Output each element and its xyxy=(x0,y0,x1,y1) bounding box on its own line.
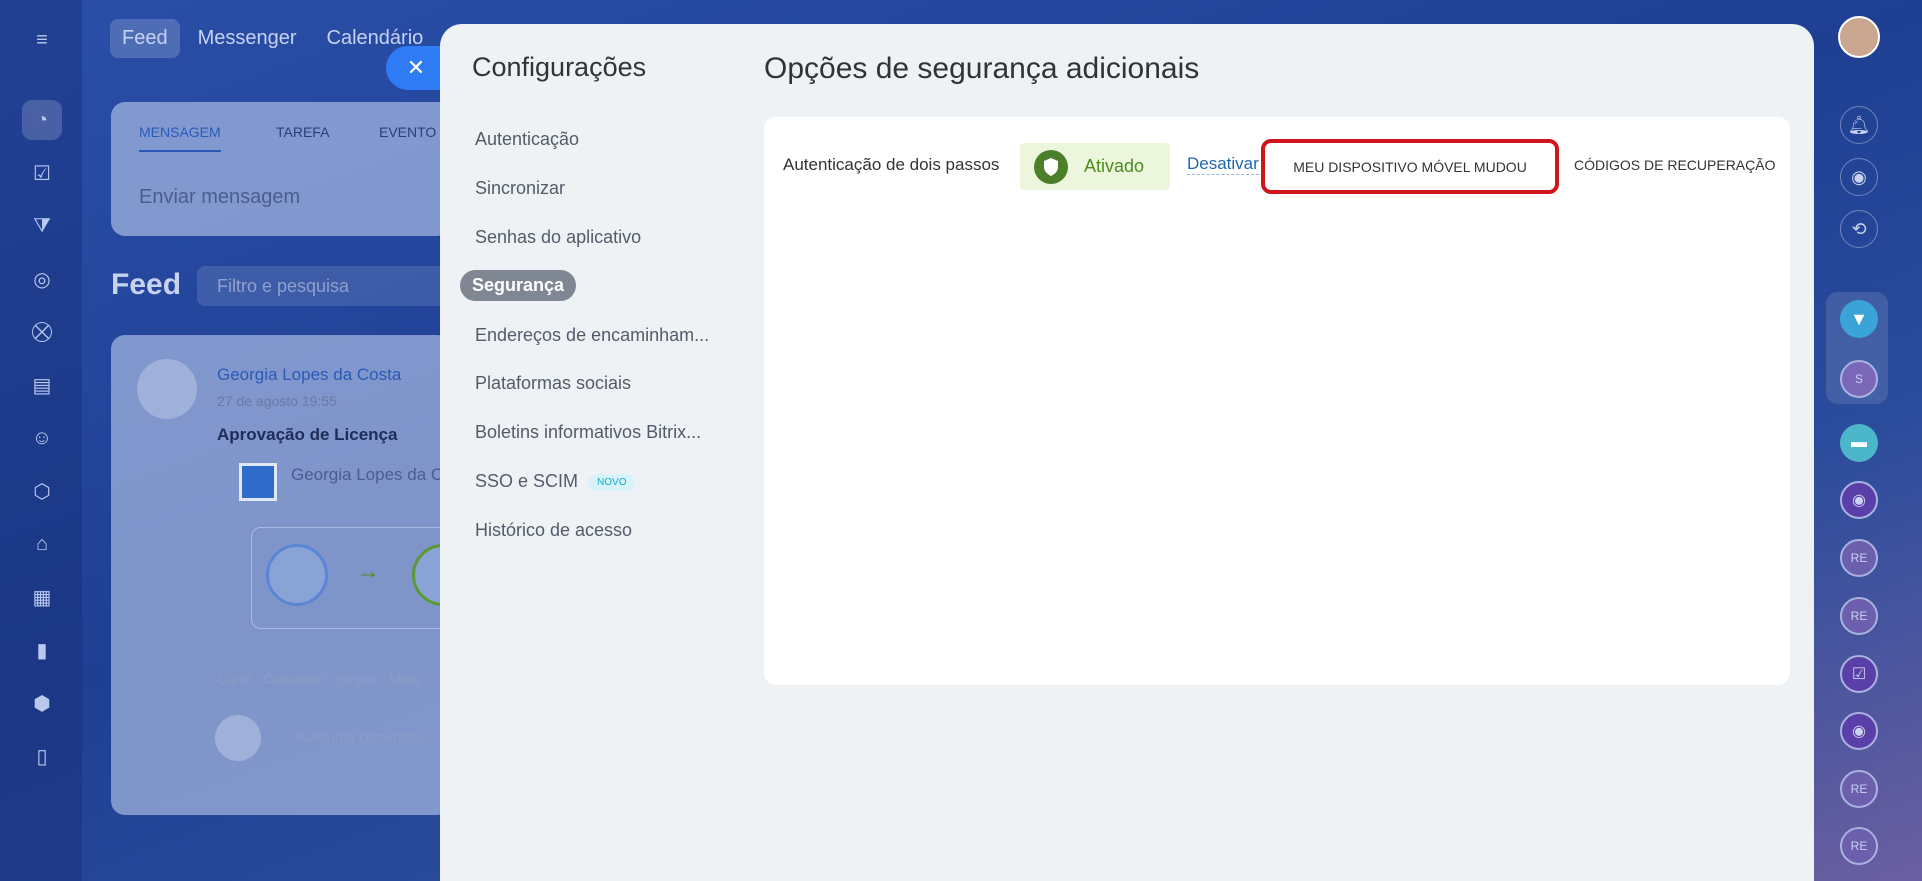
status-badge: Ativado xyxy=(1020,143,1170,190)
copilot-chat-icon-2[interactable]: ◉ xyxy=(1840,712,1878,750)
new-badge: NOVO xyxy=(588,473,636,491)
nav-feed[interactable]: Feed xyxy=(110,18,180,58)
deactivate-link[interactable]: Desativar xyxy=(1187,154,1259,175)
menu-item-sync[interactable]: Sincronizar xyxy=(475,178,565,199)
filter-search-input[interactable]: Filtro e pesquisa xyxy=(197,266,457,306)
warehouse-icon[interactable]: ⌂ xyxy=(22,524,62,564)
avatar-re-1[interactable]: RE xyxy=(1840,539,1878,577)
menu-item-social-platforms[interactable]: Plataformas sociais xyxy=(475,373,631,394)
sync-chat-icon[interactable]: ⟲ xyxy=(1840,210,1878,248)
security-options-card xyxy=(764,117,1790,685)
cart-icon[interactable]: ⛒ xyxy=(22,312,62,352)
copilot-chat-icon[interactable]: ◉ xyxy=(1840,481,1878,519)
contact-card-icon[interactable]: ▤ xyxy=(22,365,62,405)
shield-check-icon xyxy=(1034,149,1068,184)
post-title: Aprovação de Licença xyxy=(217,425,398,444)
calendar-icon[interactable]: ▦ xyxy=(22,577,62,617)
copilot-icon[interactable]: ◉ xyxy=(1840,158,1878,196)
tasks-icon[interactable]: ☑ xyxy=(22,153,62,193)
post-body-author: Georgia Lopes da C xyxy=(291,465,444,484)
recovery-codes-button[interactable]: CÓDIGOS DE RECUPERAÇÃO xyxy=(1574,157,1775,173)
crm-filter-icon[interactable]: ⧩ xyxy=(22,206,62,246)
task-chat-icon[interactable]: ☑ xyxy=(1840,655,1878,693)
comment-link[interactable]: Comentar xyxy=(263,671,324,687)
composer-input[interactable]: Enviar mensagem xyxy=(139,186,300,209)
post-actions: Curtir Comentar Seguir Mais xyxy=(217,671,419,687)
bell-icon[interactable]: 🔔︎ xyxy=(1840,106,1878,144)
tab-event[interactable]: EVENTO xyxy=(379,124,436,140)
follow-link[interactable]: Seguir xyxy=(337,671,377,687)
settings-title: Configurações xyxy=(472,52,647,82)
target-icon[interactable]: ◎ xyxy=(22,259,62,299)
menu-icon[interactable]: ≡ xyxy=(22,20,62,60)
security-page-title: Opções de segurança adicionais xyxy=(764,52,1200,85)
mobile-device-changed-button[interactable]: MEU DISPOSITIVO MÓVEL MUDOU xyxy=(1261,139,1559,194)
flow-avatar-1 xyxy=(266,544,328,606)
feed-post-card: Georgia Lopes da Costa 27 de agosto 19:5… xyxy=(111,335,503,815)
avatar-re-4[interactable]: RE xyxy=(1840,827,1878,865)
close-icon: ✕ xyxy=(406,55,426,80)
top-navigation: Feed Messenger Calendário xyxy=(110,18,435,58)
menu-item-security[interactable]: Segurança xyxy=(460,270,577,301)
document-icon[interactable]: ▯ xyxy=(22,736,62,776)
avatar-s[interactable]: S xyxy=(1840,360,1878,398)
tab-message[interactable]: MENSAGEM xyxy=(139,124,221,152)
menu-item-authentication[interactable]: Autenticação xyxy=(475,129,579,150)
menu-item-forwarding-addresses[interactable]: Endereços de encaminham... xyxy=(475,325,709,346)
menu-item-app-passwords[interactable]: Senhas do aplicativo xyxy=(475,227,641,248)
robot-icon[interactable]: ☺ xyxy=(22,418,62,458)
commenter-avatar xyxy=(215,715,261,761)
status-text: Ativado xyxy=(1084,156,1145,176)
menu-item-newsletters[interactable]: Boletins informativos Bitrix... xyxy=(475,422,701,443)
two-step-auth-label: Autenticação de dois passos xyxy=(783,155,1000,174)
nav-messenger[interactable]: Messenger xyxy=(186,19,309,58)
more-link[interactable]: Mais xyxy=(389,671,419,687)
menu-item-sso-scim[interactable]: SSO e SCIM NOVO xyxy=(475,471,636,492)
comment-input[interactable]: Adicionar comentário xyxy=(297,729,429,745)
settings-hex-icon[interactable]: ⬢ xyxy=(22,683,62,723)
like-link[interactable]: Curtir xyxy=(217,671,251,687)
post-author[interactable]: Georgia Lopes da Costa xyxy=(217,365,401,385)
avatar-re-2[interactable]: RE xyxy=(1840,597,1878,635)
tab-task[interactable]: TAREFA xyxy=(276,124,329,140)
user-avatar[interactable] xyxy=(1838,16,1880,58)
mobile-device-changed-label: MEU DISPOSITIVO MÓVEL MUDOU xyxy=(1293,158,1527,175)
left-app-rail: ≡ ◔ ☑ ⧩ ◎ ⛒ ▤ ☺ ⬡ ⌂ ▦ ▮ ⬢ ▯ xyxy=(0,0,82,881)
box-icon[interactable]: ⬡ xyxy=(22,471,62,511)
process-icon xyxy=(239,463,277,501)
post-date: 27 de agosto 19:55 xyxy=(217,393,337,409)
avatar-re-3[interactable]: RE xyxy=(1840,770,1878,808)
arrow-right-icon: → xyxy=(356,558,380,585)
composer-card: MENSAGEM TAREFA EVENTO Enviar mensagem xyxy=(111,102,451,236)
menu-item-sso-scim-label: SSO e SCIM xyxy=(475,471,579,491)
author-avatar[interactable] xyxy=(137,359,197,419)
feed-title: Feed xyxy=(111,268,182,301)
menu-item-access-history[interactable]: Histórico de acesso xyxy=(475,520,632,541)
feed-icon[interactable]: ◔ xyxy=(22,100,62,140)
chat-bubble-icon[interactable]: ▬ xyxy=(1840,424,1878,462)
analytics-icon[interactable]: ▮ xyxy=(22,630,62,670)
close-slider-button[interactable]: ✕ xyxy=(386,46,446,90)
bookmark-icon[interactable]: ▼ xyxy=(1840,300,1878,338)
